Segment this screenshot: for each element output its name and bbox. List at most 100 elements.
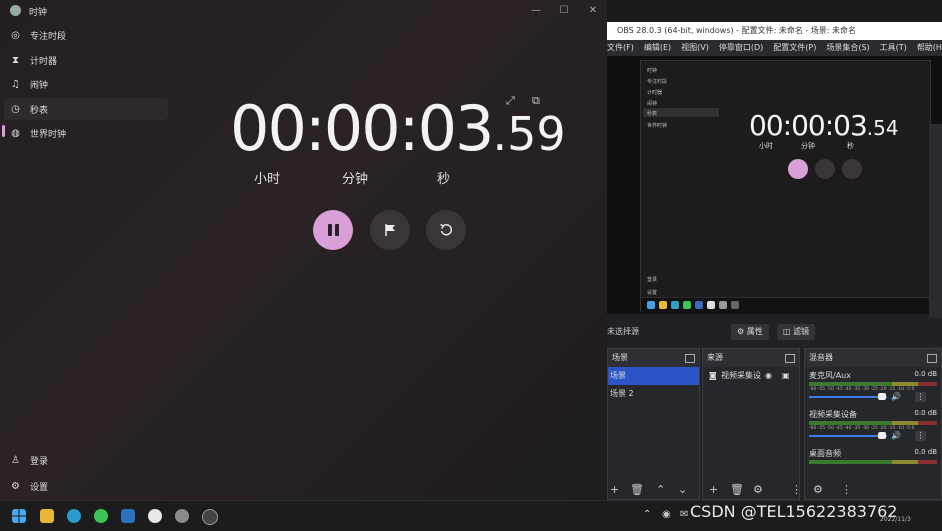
menu-docks[interactable]: 停靠窗口(D) [719, 40, 763, 56]
preview-nav-item: 登录 [647, 277, 658, 283]
pause-button[interactable] [313, 210, 353, 250]
nav-item-settings[interactable]: ⚙ 设置 [4, 475, 168, 497]
speaker-icon[interactable]: 🔊 [891, 431, 901, 440]
obs-menu-bar: 文件(F) 编辑(E) 视图(V) 停靠窗口(D) 配置文件(P) 场景集合(S… [607, 40, 942, 56]
lap-button[interactable] [370, 210, 410, 250]
eye-icon[interactable]: ◉ [765, 367, 772, 385]
preview-nav-item: 秒表 [647, 111, 658, 117]
preview-taskbar [641, 297, 930, 312]
music-icon[interactable] [148, 509, 162, 523]
sources-title: 来源 [707, 353, 723, 362]
trash-icon[interactable]: 🗑 [730, 483, 744, 496]
gear-icon[interactable]: ⚙ [753, 483, 763, 496]
audio-meter [809, 421, 937, 425]
minimize-button[interactable]: — [527, 3, 545, 19]
stopwatch-time: 00:00:03 [230, 92, 494, 165]
source-item[interactable]: ◙ 视频采集设 ◉ ▣ [703, 367, 799, 385]
dock-icon[interactable] [927, 354, 937, 363]
chevron-up-icon[interactable]: ⌃ [656, 483, 665, 496]
properties-button[interactable]: ⚙ 属性 [731, 324, 769, 340]
no-source-label: 未选择源 [607, 327, 639, 336]
more-icon[interactable]: ⋮ [791, 483, 802, 496]
start-icon[interactable] [12, 509, 26, 523]
focus-icon: ◎ [11, 29, 20, 41]
preview-unit: 秒 [847, 142, 854, 150]
more-icon[interactable]: ⋮ [841, 483, 852, 496]
unit-hours: 小时 [254, 172, 281, 187]
person-icon: ♙ [11, 454, 20, 466]
preview-title: 时钟 [647, 68, 658, 74]
channel-db: 0.0 dB [914, 409, 937, 417]
menu-view[interactable]: 视图(V) [681, 40, 709, 56]
menu-scene-collection[interactable]: 场景集合(S) [826, 40, 869, 56]
file-explorer-icon[interactable] [40, 509, 54, 523]
preview-unit: 小时 [759, 142, 773, 150]
add-icon[interactable]: + [610, 483, 619, 496]
dock-icon[interactable] [785, 354, 795, 363]
obs-top-bar [607, 0, 942, 22]
preview-nav-item: 设置 [647, 290, 658, 296]
reset-button[interactable] [426, 210, 466, 250]
nav-item-focus[interactable]: ◎ 专注时段 [4, 24, 168, 46]
nav-item-login[interactable]: ♙ 登录 [4, 449, 168, 471]
dock-icon[interactable] [685, 354, 695, 363]
chevron-up-icon[interactable]: ⌃ [643, 509, 651, 520]
obs-title: OBS 28.0.3 (64-bit, windows) - 配置文件: 未命名… [607, 22, 942, 40]
close-button[interactable]: ✕ [584, 3, 602, 19]
scene-item[interactable]: 场景 [608, 367, 699, 385]
menu-file[interactable]: 文件(F) [607, 40, 634, 56]
menu-tools[interactable]: 工具(T) [880, 40, 907, 56]
audio-meter [809, 382, 937, 386]
lock-icon[interactable]: ▣ [782, 367, 790, 385]
filter-icon: ◫ [783, 327, 791, 336]
add-icon[interactable]: + [709, 483, 718, 496]
nav-item-world-clock[interactable]: ◍ 世界时钟 [4, 122, 168, 144]
flag-icon [385, 224, 395, 236]
stopwatch-icon: ◷ [11, 103, 20, 115]
maximize-button[interactable]: ☐ [555, 3, 573, 19]
preview-nav-item: 计时器 [647, 90, 663, 96]
volume-slider[interactable]: 🔊 ⋮ [805, 392, 941, 402]
preview-nav-item: 专注时段 [647, 79, 668, 85]
trash-icon[interactable]: 🗑 [630, 483, 644, 496]
menu-help[interactable]: 帮助(H) [917, 40, 942, 56]
volume-slider[interactable]: 🔊 ⋮ [805, 431, 941, 441]
nav-item-timer[interactable]: ⧗ 计时器 [4, 49, 168, 71]
preview-capture: 时钟 专注时段 计时器 闹钟 秒表 世界时钟 登录 设置 00:00:03.54… [640, 60, 931, 312]
clock-sidebar: ◎ 专注时段 ⧗ 计时器 ♫ 闹钟 ◷ 秒表 ◍ 世界时钟 ♙ 登录 ⚙ 设置 [0, 22, 170, 500]
obs-preview[interactable]: 时钟 专注时段 计时器 闹钟 秒表 世界时钟 登录 设置 00:00:03.54… [607, 56, 942, 364]
nav-item-stopwatch[interactable]: ◷ 秒表 [4, 98, 168, 120]
tray-mail-icon[interactable]: ✉ [680, 509, 688, 520]
slider-track [809, 435, 887, 437]
slider-track [809, 396, 887, 398]
preview-time: 00:00:03 [749, 109, 868, 142]
more-icon[interactable]: ⋮ [915, 392, 926, 402]
menu-edit[interactable]: 编辑(E) [644, 40, 671, 56]
preview-nav-item: 闹钟 [647, 101, 658, 107]
edge-icon[interactable] [67, 509, 81, 523]
preview-edge-icon [671, 301, 679, 309]
speaker-icon[interactable]: 🔊 [891, 392, 901, 401]
clock-app-icon [10, 5, 21, 16]
more-icon[interactable]: ⋮ [915, 431, 926, 441]
scene-item[interactable]: 场景 2 [608, 385, 699, 403]
app-icon[interactable] [121, 509, 135, 523]
nav-item-alarm[interactable]: ♫ 闹钟 [4, 73, 168, 95]
obs-icon[interactable] [202, 509, 218, 525]
filters-button[interactable]: ◫ 滤镜 [777, 324, 816, 340]
channel-db: 0.0 dB [914, 448, 937, 456]
globe-icon: ◍ [11, 127, 20, 139]
slider-knob[interactable] [878, 393, 886, 400]
scenes-panel: 场景 场景 场景 2 + 🗑 ⌃ ⌄ [607, 348, 700, 500]
slider-knob[interactable] [878, 432, 886, 439]
unit-seconds: 秒 [437, 172, 451, 187]
wechat-icon[interactable] [94, 509, 108, 523]
clock-app-icon[interactable] [175, 509, 189, 523]
chevron-down-icon[interactable]: ⌄ [678, 483, 687, 496]
reset-icon [440, 223, 453, 236]
advanced-audio-icon[interactable]: ⚙ [813, 483, 823, 496]
tray-app-icon[interactable]: ◉ [662, 509, 671, 520]
mixer-panel: 混音器 麦克风/Aux 0.0 dB -60 -55 -50 -45 -40 -… [804, 348, 942, 500]
menu-profile[interactable]: 配置文件(P) [773, 40, 816, 56]
unit-minutes: 分钟 [342, 172, 369, 187]
